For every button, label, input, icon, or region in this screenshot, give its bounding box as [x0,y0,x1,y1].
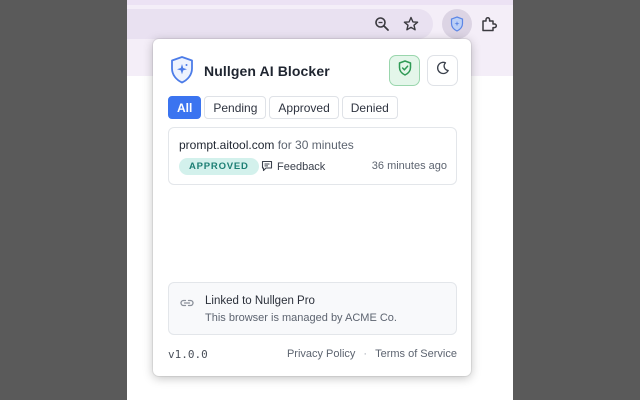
request-card: prompt.aitool.com for 30 minutes APPROVE… [168,127,457,185]
extension-popup: Nullgen AI Blocker All Pending Approved … [153,39,471,376]
moon-icon [436,61,450,80]
tab-strip [127,0,513,5]
zoom-icon[interactable] [368,10,396,38]
request-title: prompt.aitool.com for 30 minutes [179,138,354,152]
protection-status-button[interactable] [389,55,420,86]
linked-title: Linked to Nullgen Pro [205,295,315,307]
popup-footer: v1.0.0 Privacy Policy · Terms of Service [168,347,457,363]
tab-approved[interactable]: Approved [269,96,339,119]
star-icon[interactable] [397,10,425,38]
tab-pending[interactable]: Pending [204,96,267,119]
extension-shield-icon[interactable] [442,9,472,39]
filter-tabs: All Pending Approved Denied [168,96,398,119]
managed-notice: This browser is managed by ACME Co. [205,312,397,324]
request-timestamp: 36 minutes ago [371,160,447,172]
puzzle-icon[interactable] [475,10,503,38]
footer-links: Privacy Policy · Terms of Service [287,348,457,360]
footer-separator: · [363,348,368,360]
tab-denied[interactable]: Denied [341,96,398,119]
request-duration: for 30 minutes [277,138,354,152]
brand-logo-icon [169,55,195,85]
message-icon [261,160,273,175]
link-icon [179,296,195,310]
privacy-policy-link[interactable]: Privacy Policy [287,348,355,360]
terms-of-service-link[interactable]: Terms of Service [375,348,457,360]
popup-header: Nullgen AI Blocker [169,55,458,87]
request-domain: prompt.aitool.com [179,138,275,152]
brand-name: Nullgen AI Blocker [204,63,330,79]
shield-check-icon [398,60,412,81]
feedback-button[interactable]: Feedback [261,159,325,175]
version-label: v1.0.0 [168,348,208,361]
status-badge: APPROVED [179,158,259,175]
theme-toggle-button[interactable] [427,55,458,86]
linked-account-panel: Linked to Nullgen Pro This browser is ma… [168,282,457,335]
feedback-label: Feedback [277,161,326,173]
tab-all[interactable]: All [168,96,202,119]
